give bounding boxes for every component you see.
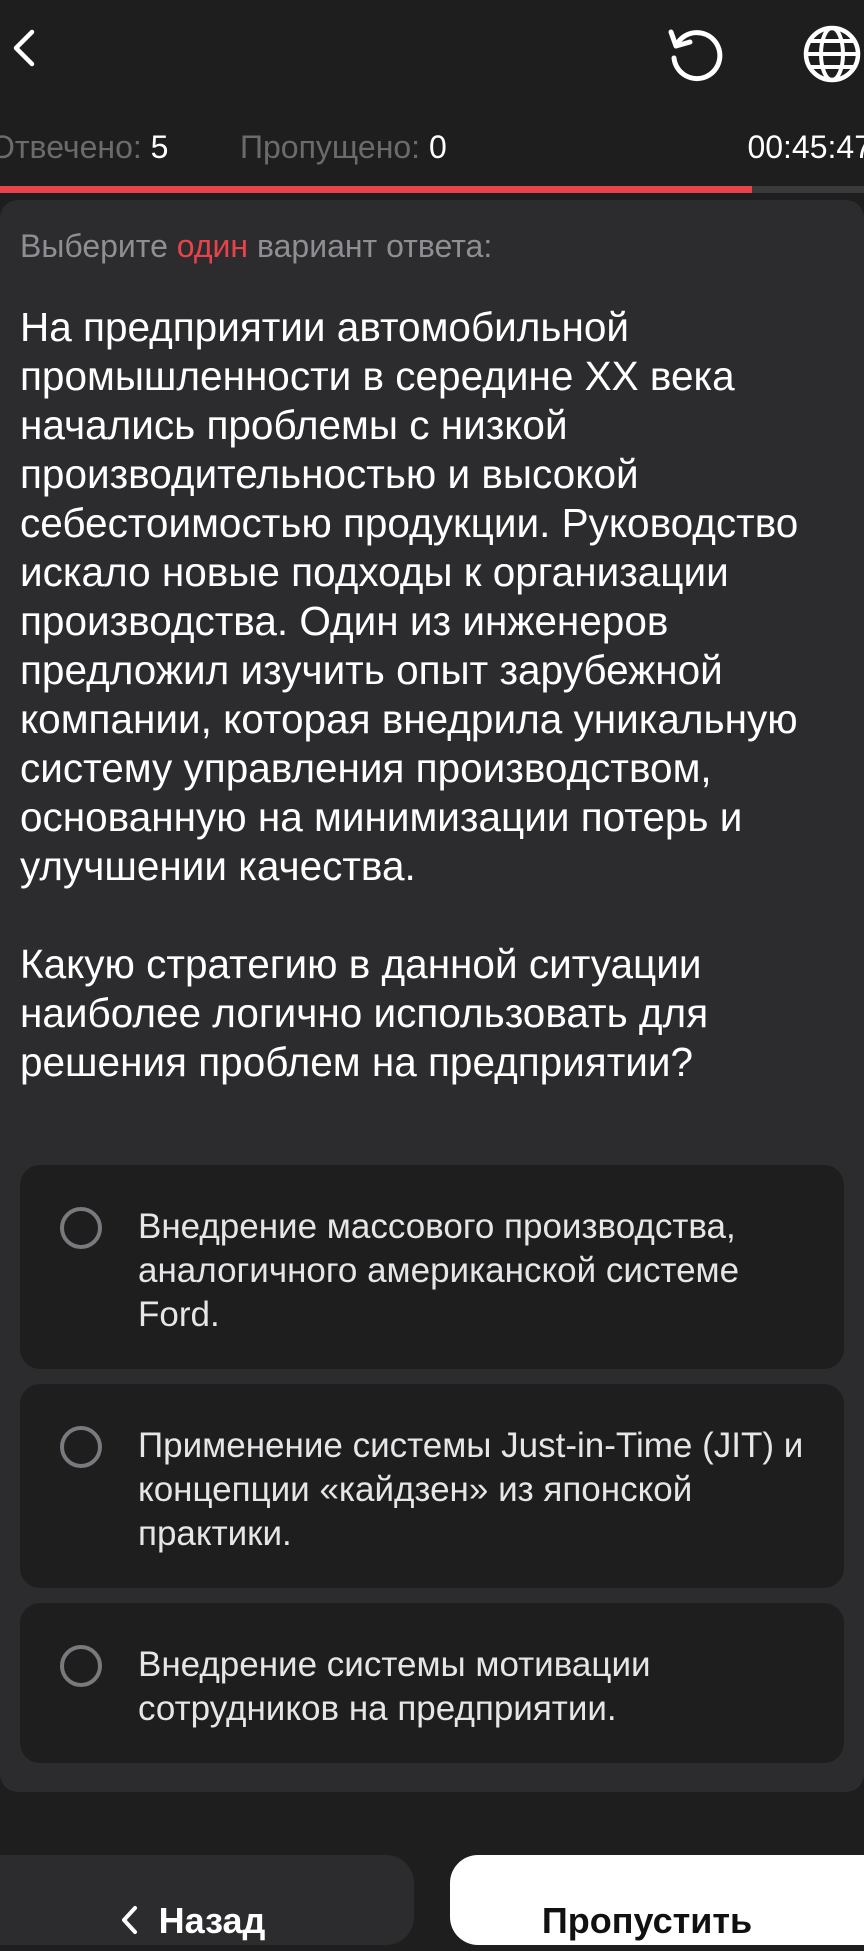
skipped-label: Пропущено:: [240, 129, 421, 165]
instruction-suffix: вариант ответа:: [256, 228, 493, 264]
answer-option[interactable]: Применение системы Just-in-Time (JIT) и …: [20, 1384, 844, 1588]
progress-stats: Отвечено: 5 Пропущено: 0 00:45:47: [0, 122, 864, 172]
top-bar: [0, 0, 864, 100]
answer-option[interactable]: Внедрение массового производства, аналог…: [20, 1165, 844, 1369]
question-text: На предприятии автомобильной промышленно…: [20, 304, 799, 1085]
globe-icon[interactable]: [800, 22, 864, 86]
answered-value: 5: [150, 129, 169, 165]
back-button-label: Назад: [158, 1900, 266, 1941]
progress-bar: [0, 186, 864, 193]
skip-button-label: Пропустить: [541, 1900, 753, 1941]
chevron-left-icon: [121, 1906, 137, 1934]
answer-option[interactable]: Внедрение системы мотивации сотрудников …: [20, 1603, 844, 1763]
back-button[interactable]: Назад: [0, 1855, 414, 1945]
rotate-ccw-icon[interactable]: [664, 22, 726, 84]
radio-button[interactable]: [60, 1645, 102, 1687]
answer-instruction: Выберите один вариант ответа:: [20, 224, 492, 268]
answer-option-text: Внедрение системы мотивации сотрудников …: [138, 1645, 651, 1728]
instruction-accent: один: [176, 228, 249, 264]
skip-button[interactable]: Пропустить: [450, 1855, 864, 1945]
radio-button[interactable]: [60, 1207, 102, 1249]
question-card: Выберите один вариант ответа: На предпри…: [0, 200, 864, 1792]
answered-count: Отвечено: 5: [0, 122, 168, 172]
chevron-left-icon[interactable]: [6, 26, 42, 70]
answer-option-text: Применение системы Just-in-Time (JIT) и …: [138, 1426, 804, 1553]
radio-button[interactable]: [60, 1426, 102, 1468]
skipped-count: Пропущено: 0: [240, 122, 447, 172]
answered-label: Отвечено:: [0, 129, 142, 165]
timer: 00:45:47: [747, 129, 864, 165]
skipped-value: 0: [428, 129, 447, 165]
instruction-prefix: Выберите: [20, 228, 168, 264]
progress-fill: [0, 186, 752, 193]
answer-option-text: Внедрение массового производства, аналог…: [138, 1207, 740, 1334]
